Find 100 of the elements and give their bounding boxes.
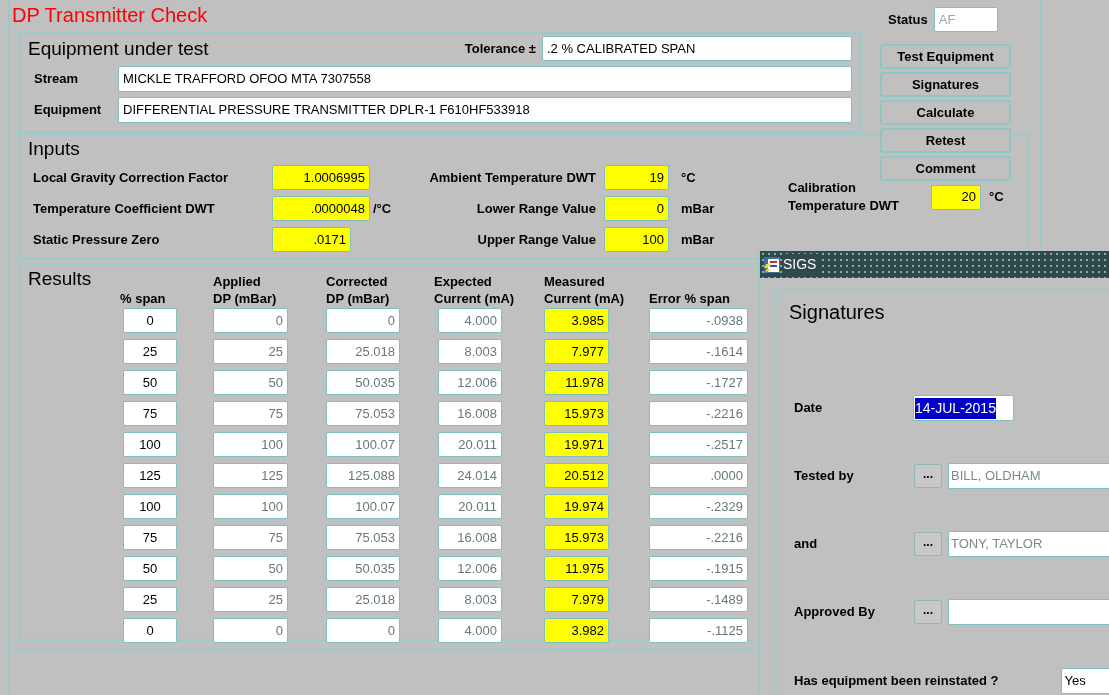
table-cell[interactable]: -.2329 [649, 494, 748, 519]
table-cell[interactable]: 50 [123, 556, 177, 581]
table-cell[interactable]: 50.035 [326, 370, 400, 395]
table-cell[interactable]: 19.974 [544, 494, 609, 519]
table-cell[interactable]: 50.035 [326, 556, 400, 581]
table-cell[interactable]: 0 [213, 618, 288, 643]
table-cell[interactable]: 4.000 [438, 308, 502, 333]
table-cell[interactable]: 7.979 [544, 587, 609, 612]
table-cell[interactable]: 20.011 [438, 432, 502, 457]
table-cell[interactable]: 15.973 [544, 401, 609, 426]
table-cell[interactable]: 100.07 [326, 432, 400, 457]
field-label: Lower Range Value [475, 199, 597, 218]
action-button[interactable]: Comment [880, 156, 1011, 181]
table-cell[interactable]: 75 [213, 401, 288, 426]
table-cell[interactable]: 75.053 [326, 401, 400, 426]
input-field[interactable]: 0 [604, 196, 669, 221]
input-field[interactable]: .0000048 [272, 196, 370, 221]
field-label: and [793, 535, 819, 554]
table-cell[interactable]: 75.053 [326, 525, 400, 550]
unit-label: mBar [681, 199, 715, 218]
table-cell[interactable]: -.1614 [649, 339, 748, 364]
table-cell[interactable]: 20.011 [438, 494, 502, 519]
table-cell[interactable]: 15.973 [544, 525, 609, 550]
table-cell[interactable]: 16.008 [438, 525, 502, 550]
table-cell[interactable]: 125 [123, 463, 177, 488]
table-cell[interactable]: -.0938 [649, 308, 748, 333]
table-cell[interactable]: 24.014 [438, 463, 502, 488]
table-cell[interactable]: -.2216 [649, 401, 748, 426]
table-cell[interactable]: -.2216 [649, 525, 748, 550]
date-field[interactable]: 14-JUL-2015 [913, 395, 1014, 421]
table-cell[interactable]: 75 [213, 525, 288, 550]
table-cell[interactable]: 100.07 [326, 494, 400, 519]
unit-label: /°C [373, 199, 392, 218]
select-field[interactable]: Yes [1060, 668, 1109, 694]
table-cell[interactable]: 11.975 [544, 556, 609, 581]
table-cell[interactable]: 25 [213, 339, 288, 364]
input-field[interactable]: DIFFERENTIAL PRESSURE TRANSMITTER DPLR-1 F610HF533918 [118, 97, 852, 123]
table-cell[interactable]: -.1915 [649, 556, 748, 581]
table-cell[interactable]: 100 [123, 494, 177, 519]
table-cell[interactable]: 3.985 [544, 308, 609, 333]
table-cell[interactable]: 7.977 [544, 339, 609, 364]
table-cell[interactable]: 8.003 [438, 339, 502, 364]
field-label: Stream [33, 70, 80, 89]
table-cell[interactable]: 16.008 [438, 401, 502, 426]
table-cell[interactable]: 0 [123, 308, 177, 333]
lookup-button[interactable]: ... [914, 600, 942, 624]
column-header: Measured Current (mA) [544, 273, 625, 307]
input-field[interactable]: 100 [604, 227, 669, 252]
field-label: Static Pressure Zero [32, 230, 161, 249]
action-button[interactable]: Signatures [880, 72, 1011, 97]
table-cell[interactable]: 8.003 [438, 587, 502, 612]
panel-title: Equipment under test [28, 36, 209, 61]
action-button[interactable]: Test Equipment [880, 44, 1011, 69]
panel-title: Inputs [28, 137, 80, 161]
action-button[interactable]: Calculate [880, 100, 1011, 125]
table-cell[interactable]: 75 [123, 525, 177, 550]
field-label: Equipment [33, 101, 103, 120]
field-label: Upper Range Value [476, 230, 597, 249]
table-cell[interactable]: 12.006 [438, 556, 502, 581]
input-field[interactable]: MICKLE TRAFFORD OFOO MTA 7307558 [118, 66, 852, 92]
table-cell[interactable]: 25.018 [326, 587, 400, 612]
table-cell[interactable]: 0 [213, 308, 288, 333]
table-cell[interactable]: 11.978 [544, 370, 609, 395]
table-cell[interactable]: 100 [123, 432, 177, 457]
field-label: Approved By [793, 603, 876, 622]
input-field[interactable]: 20 [931, 184, 981, 210]
input-field[interactable]: 19 [604, 165, 669, 190]
table-cell[interactable]: -.1489 [649, 587, 748, 612]
table-cell[interactable]: 50 [213, 370, 288, 395]
column-header: Applied DP (mBar) [213, 273, 277, 307]
table-cell[interactable]: 12.006 [438, 370, 502, 395]
field-label: Local Gravity Correction Factor [32, 168, 230, 187]
table-cell[interactable]: -.2517 [649, 432, 748, 457]
table-cell[interactable]: 25.018 [326, 339, 400, 364]
unit-label: °C [681, 168, 696, 187]
table-cell[interactable]: 0 [326, 618, 400, 643]
input-field[interactable]: .2 % CALIBRATED SPAN [542, 36, 852, 61]
table-cell[interactable]: 0 [326, 308, 400, 333]
table-cell[interactable]: 75 [123, 401, 177, 426]
table-cell[interactable]: 100 [213, 494, 288, 519]
table-cell[interactable]: 125.088 [326, 463, 400, 488]
table-cell[interactable]: 25 [213, 587, 288, 612]
table-cell[interactable]: .0000 [649, 463, 748, 488]
table-cell[interactable]: 25 [123, 587, 177, 612]
table-cell[interactable]: 100 [213, 432, 288, 457]
table-cell[interactable]: -.1125 [649, 618, 748, 643]
table-cell[interactable]: 50 [213, 556, 288, 581]
table-cell[interactable]: 4.000 [438, 618, 502, 643]
table-cell[interactable]: 50 [123, 370, 177, 395]
table-cell[interactable]: 3.982 [544, 618, 609, 643]
action-button[interactable]: Retest [880, 128, 1011, 153]
input-field[interactable]: .0171 [272, 227, 351, 252]
table-cell[interactable]: -.1727 [649, 370, 748, 395]
table-cell[interactable]: 25 [123, 339, 177, 364]
table-cell[interactable]: 19.971 [544, 432, 609, 457]
table-cell[interactable]: 125 [213, 463, 288, 488]
table-cell[interactable]: 20.512 [544, 463, 609, 488]
input-field[interactable]: 1.0006995 [272, 165, 370, 190]
name-field[interactable] [948, 599, 1109, 625]
table-cell[interactable]: 0 [123, 618, 177, 643]
